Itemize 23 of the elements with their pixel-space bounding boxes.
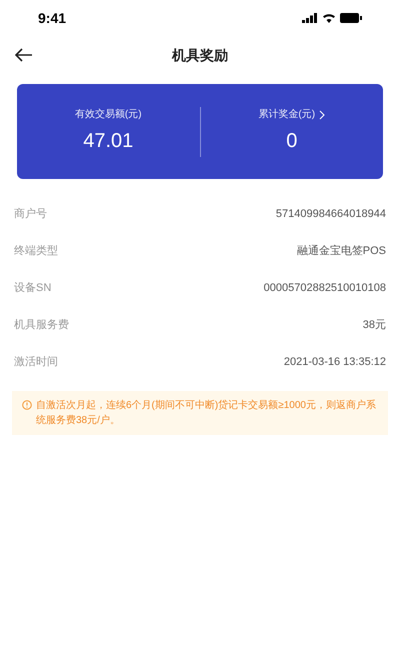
status-time: 9:41 xyxy=(38,8,66,28)
battery-icon xyxy=(340,13,362,23)
detail-value: 571409984664018944 xyxy=(276,207,386,222)
detail-value: 00005702882510010108 xyxy=(264,281,386,296)
detail-label: 商户号 xyxy=(14,206,47,222)
wifi-icon xyxy=(322,13,336,23)
summary-value: 47.01 xyxy=(83,129,134,154)
chevron-right-icon[interactable] xyxy=(319,110,326,120)
notice-text: 自激活次月起，连续6个月(期间不可中断)贷记卡交易额≥1000元，则返商户系统服务费38元/户。 xyxy=(36,398,377,428)
detail-label: 机具服务费 xyxy=(14,318,69,334)
detail-value: 38元 xyxy=(362,318,386,334)
signal-icon xyxy=(302,13,318,23)
detail-label: 终端类型 xyxy=(14,244,58,260)
detail-value: 2021-03-16 13:35:12 xyxy=(284,355,386,370)
summary-label: 累计奖金(元) xyxy=(258,108,316,122)
info-icon xyxy=(22,400,32,410)
back-icon[interactable] xyxy=(15,48,33,62)
summary-value: 0 xyxy=(286,129,298,154)
detail-label: 设备SN xyxy=(14,281,52,296)
summary-label: 有效交易额(元) xyxy=(74,108,142,122)
page-title: 机具奖励 xyxy=(172,46,228,64)
detail-value: 融通金宝电签POS xyxy=(296,244,386,260)
detail-label: 激活时间 xyxy=(14,355,58,370)
